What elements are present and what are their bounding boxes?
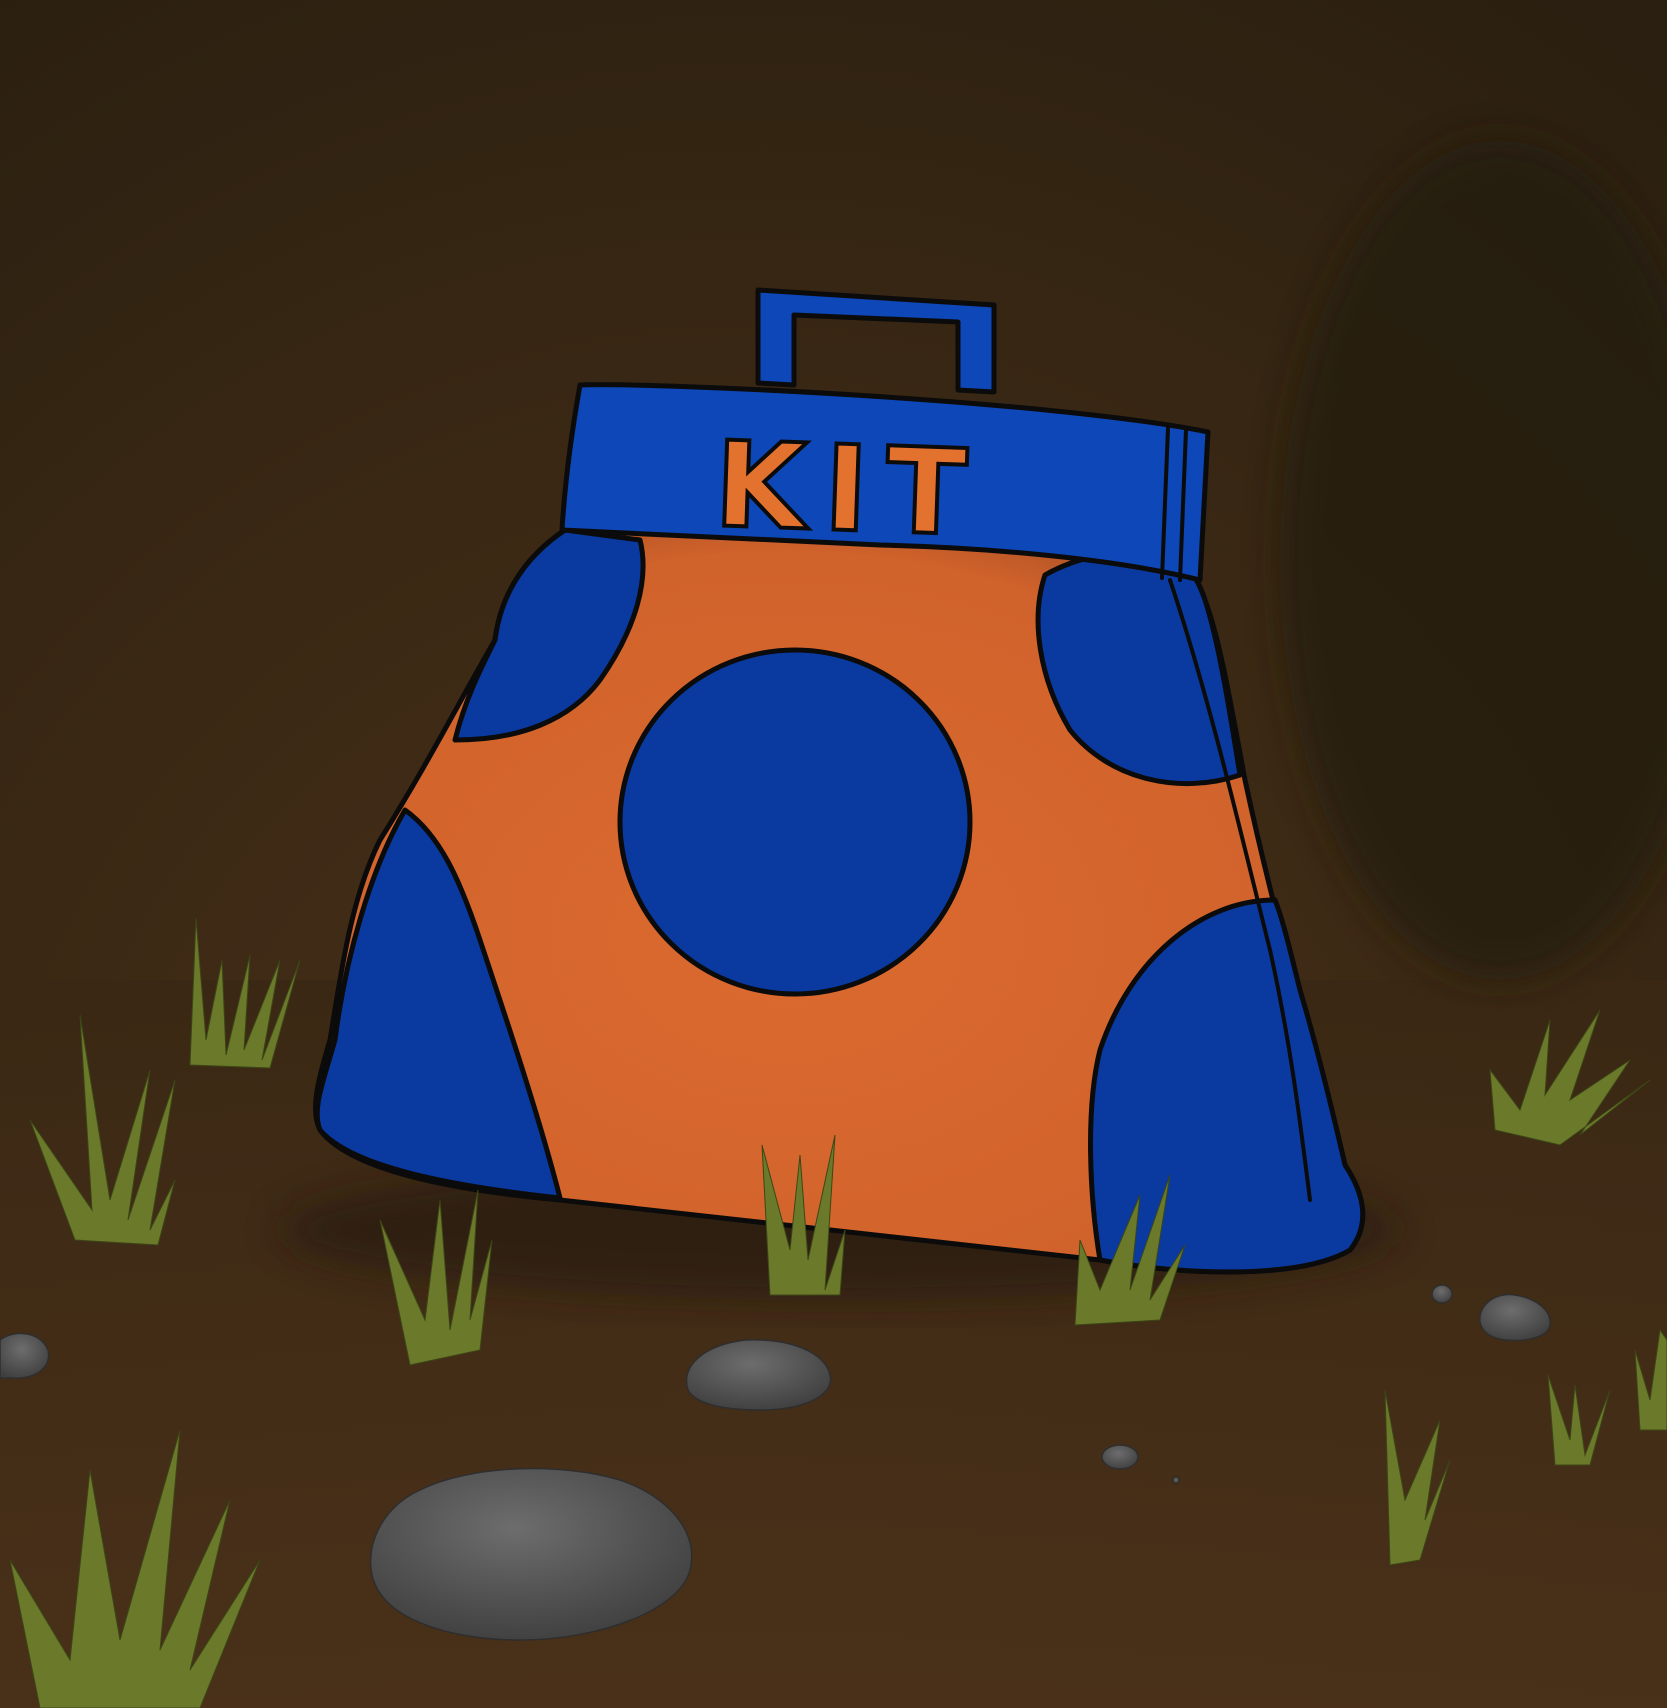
- scene-canvas: KIT: [0, 0, 1667, 1708]
- bag-label: KIT: [712, 415, 986, 562]
- pebble-2: [1431, 1284, 1453, 1304]
- pebble-3: [1172, 1476, 1180, 1484]
- pebble-1: [1101, 1444, 1139, 1470]
- bag-spot-center: [617, 647, 973, 997]
- rock-medium: [685, 1339, 832, 1411]
- rock-large: [369, 1467, 693, 1641]
